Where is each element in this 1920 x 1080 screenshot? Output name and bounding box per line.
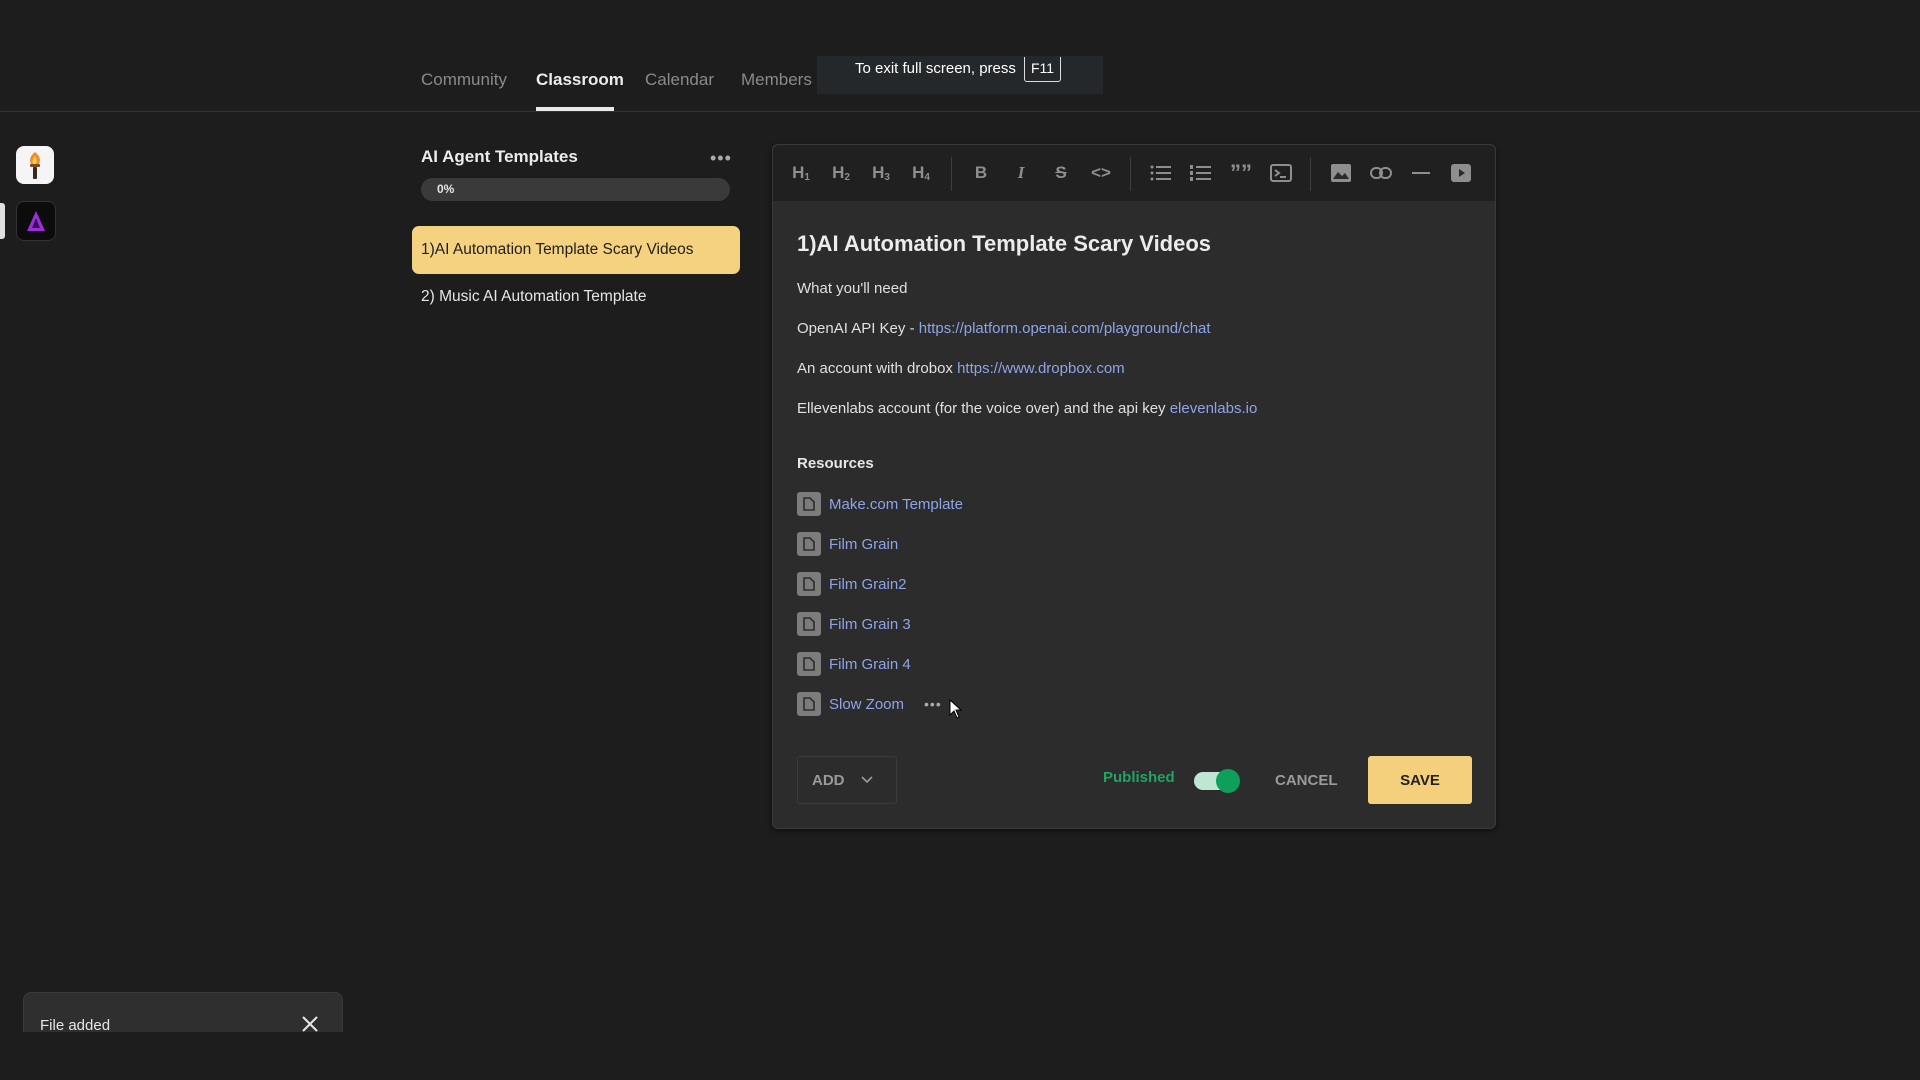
link-icon bbox=[1370, 167, 1392, 179]
dropbox-link[interactable]: https://www.dropbox.com bbox=[957, 360, 1125, 377]
torch-community-icon bbox=[30, 152, 40, 179]
resource-name: Slow Zoom bbox=[829, 695, 905, 713]
community-switcher-torch[interactable] bbox=[16, 146, 54, 184]
toggle-knob bbox=[1216, 769, 1240, 793]
resource-item[interactable]: Film Grain2 bbox=[797, 571, 907, 597]
resource-name: Film Grain 3 bbox=[829, 615, 911, 633]
numbered-list-icon bbox=[1190, 165, 1211, 181]
toolbar-divider bbox=[1310, 157, 1311, 191]
file-icon bbox=[797, 652, 821, 676]
f11-key: F11 bbox=[1024, 57, 1062, 82]
close-icon[interactable] bbox=[301, 1015, 319, 1033]
tab-calendar[interactable]: Calendar bbox=[645, 70, 714, 90]
paragraph-openai: OpenAI API Key - https://platform.openai… bbox=[797, 320, 1211, 337]
community-switcher-alpha[interactable] bbox=[16, 201, 56, 241]
bold-icon: B bbox=[974, 163, 988, 182]
file-icon bbox=[797, 492, 821, 516]
video-button[interactable] bbox=[1447, 159, 1475, 187]
cancel-button[interactable]: CANCEL bbox=[1275, 756, 1338, 804]
resource-name: Make.com Template bbox=[829, 495, 963, 513]
toolbar-divider bbox=[1130, 157, 1131, 191]
blockquote-button[interactable]: ”” bbox=[1227, 159, 1255, 187]
heading-2-icon: H2 bbox=[832, 163, 850, 183]
bottom-bar bbox=[0, 1032, 1920, 1080]
lesson-heading: 1)AI Automation Template Scary Videos bbox=[797, 231, 1212, 256]
elevenlabs-link[interactable]: elevenlabs.io bbox=[1170, 400, 1258, 417]
fullscreen-notice: To exit full screen, press F11 bbox=[817, 56, 1103, 94]
horizontal-rule-button[interactable] bbox=[1407, 159, 1435, 187]
paragraph-dropbox: An account with drobox https://www.dropb… bbox=[797, 360, 1125, 377]
horizontal-rule-icon bbox=[1412, 172, 1430, 174]
paragraph-text: Ellevenlabs account (for the voice over)… bbox=[797, 400, 1170, 417]
save-button[interactable]: SAVE bbox=[1368, 756, 1472, 804]
italic-button[interactable]: I bbox=[1007, 159, 1035, 187]
tab-classroom[interactable]: Classroom bbox=[536, 70, 624, 90]
heading-3-button[interactable]: H3 bbox=[867, 159, 895, 187]
resource-name: Film Grain2 bbox=[829, 575, 907, 593]
link-button[interactable] bbox=[1367, 159, 1395, 187]
resource-item[interactable]: Film Grain 4 bbox=[797, 651, 911, 677]
active-tab-indicator bbox=[536, 107, 614, 111]
resource-more-icon[interactable]: ••• bbox=[924, 696, 942, 712]
chevron-down-icon bbox=[860, 776, 873, 784]
mouse-cursor-icon bbox=[949, 699, 963, 719]
course-progress-label: 0% bbox=[437, 182, 455, 196]
strikethrough-button[interactable]: S bbox=[1047, 159, 1075, 187]
video-icon bbox=[1451, 164, 1471, 182]
heading-3-icon: H3 bbox=[872, 163, 890, 183]
paragraph-text: An account with drobox bbox=[797, 360, 958, 377]
toolbar-divider bbox=[951, 157, 952, 191]
image-icon bbox=[1331, 164, 1351, 182]
resource-item[interactable]: Slow Zoom ••• bbox=[797, 691, 942, 717]
add-button[interactable]: ADD bbox=[797, 756, 897, 804]
resource-name: Film Grain 4 bbox=[829, 655, 911, 673]
add-label: ADD bbox=[812, 771, 845, 789]
paragraph-text: OpenAI API Key - bbox=[797, 320, 919, 337]
heading-1-button[interactable]: H1 bbox=[787, 159, 815, 187]
editor-toolbar: H1 H2 H3 H4 B I S <> ”” bbox=[773, 145, 1495, 201]
bullet-list-button[interactable] bbox=[1147, 159, 1175, 187]
openai-link[interactable]: https://platform.openai.com/playground/c… bbox=[919, 320, 1211, 337]
tab-community[interactable]: Community bbox=[421, 70, 507, 90]
code-icon: <> bbox=[1091, 163, 1111, 182]
paragraph-elevenlabs: Ellevenlabs account (for the voice over)… bbox=[797, 400, 1257, 417]
numbered-list-button[interactable] bbox=[1187, 159, 1215, 187]
inline-code-button[interactable]: <> bbox=[1087, 159, 1115, 187]
resource-item[interactable]: Make.com Template bbox=[797, 491, 963, 517]
heading-4-button[interactable]: H4 bbox=[907, 159, 935, 187]
fullscreen-message: To exit full screen, press bbox=[855, 60, 1016, 77]
bullet-list-icon bbox=[1150, 165, 1171, 181]
published-toggle[interactable] bbox=[1194, 769, 1244, 793]
tab-members[interactable]: Members bbox=[741, 70, 812, 90]
resource-name: Film Grain bbox=[829, 535, 899, 553]
heading-4-icon: H4 bbox=[912, 163, 930, 183]
code-block-button[interactable] bbox=[1267, 159, 1295, 187]
file-icon bbox=[797, 692, 821, 716]
italic-icon: I bbox=[1017, 163, 1025, 182]
more-horizontal-icon[interactable]: ••• bbox=[710, 148, 732, 169]
file-icon bbox=[797, 532, 821, 556]
strikethrough-icon: S bbox=[1055, 163, 1067, 182]
terminal-icon bbox=[1270, 164, 1292, 182]
active-community-marker bbox=[0, 203, 5, 239]
lesson-item-active[interactable]: 1)AI Automation Template Scary Videos bbox=[412, 226, 740, 274]
heading-1-icon: H1 bbox=[792, 163, 810, 183]
resources-heading: Resources bbox=[797, 455, 874, 472]
lesson-editor: H1 H2 H3 H4 B I S <> ”” 1)AI Automation … bbox=[772, 144, 1496, 829]
published-label: Published bbox=[1103, 769, 1175, 786]
resource-item[interactable]: Film Grain bbox=[797, 531, 898, 557]
heading-2-button[interactable]: H2 bbox=[827, 159, 855, 187]
alpha-community-icon bbox=[27, 211, 45, 231]
file-icon bbox=[797, 572, 821, 596]
image-button[interactable] bbox=[1327, 159, 1355, 187]
lesson-item[interactable]: 2) Music AI Automation Template bbox=[412, 273, 740, 321]
file-icon bbox=[797, 612, 821, 636]
quote-icon: ”” bbox=[1230, 160, 1252, 185]
resource-item[interactable]: Film Grain 3 bbox=[797, 611, 911, 637]
bold-button[interactable]: B bbox=[967, 159, 995, 187]
course-title: AI Agent Templates bbox=[421, 147, 578, 166]
course-progress-bar: 0% bbox=[421, 178, 730, 201]
paragraph-requirements: What you'll need bbox=[797, 280, 908, 297]
